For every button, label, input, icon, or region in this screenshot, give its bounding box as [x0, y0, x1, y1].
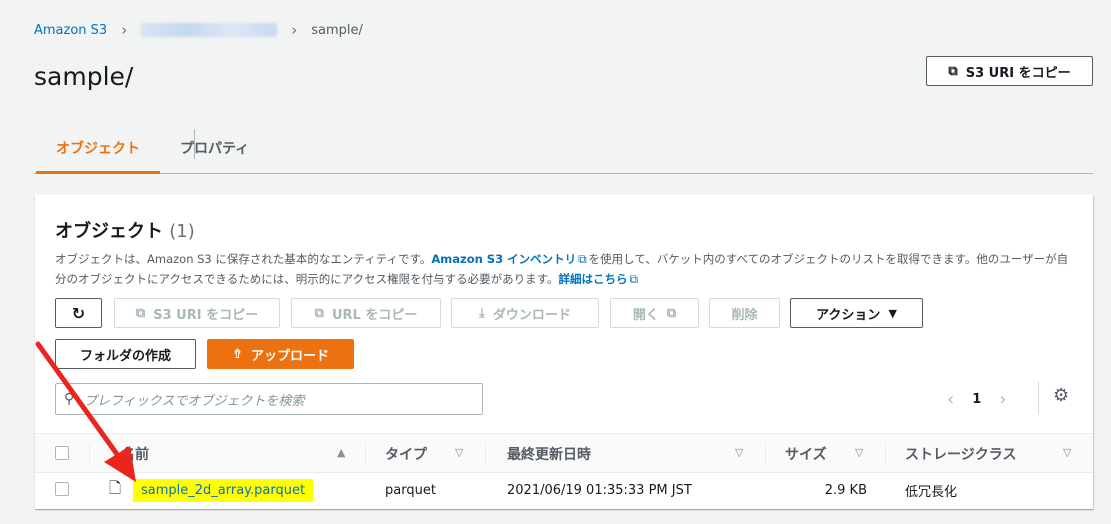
copy-s3-uri-button[interactable]: ⧉ S3 URI をコピー	[114, 298, 280, 328]
breadcrumb-current: sample/	[311, 22, 363, 38]
tab-objects[interactable]: オブジェクト	[36, 122, 160, 174]
column-name-label: 名前	[121, 447, 149, 463]
sort-ascending-icon[interactable]: ▲	[337, 446, 345, 459]
download-button[interactable]: ⤓ ダウンロード	[451, 298, 599, 328]
object-name-link[interactable]: sample_2d_array.parquet	[133, 478, 314, 502]
header-copy-s3-uri-label: S3 URI をコピー	[965, 65, 1071, 81]
copy-url-label: URL をコピー	[331, 307, 418, 323]
column-divider	[485, 444, 486, 464]
sort-icon[interactable]: ▽	[735, 446, 743, 459]
column-header-storage-class[interactable]: ストレージクラス	[905, 434, 1016, 474]
actions-label: アクション	[816, 307, 881, 323]
sort-icon[interactable]: ▽	[1063, 446, 1071, 459]
external-link-icon: ⧉	[578, 252, 587, 266]
column-divider	[89, 444, 90, 464]
column-header-last-modified[interactable]: 最終更新日時	[507, 434, 591, 474]
learn-more-link[interactable]: 詳細はこちら	[558, 272, 627, 286]
external-link-icon: ⧉	[666, 305, 677, 321]
chevron-right-icon[interactable]: ›	[999, 389, 1006, 410]
select-all-checkbox[interactable]	[55, 446, 69, 460]
breadcrumb-link-bucket-redacted[interactable]	[141, 23, 278, 37]
column-size-label: サイズ	[785, 447, 827, 463]
column-storage-class-label: ストレージクラス	[905, 447, 1017, 463]
copy-icon: ⧉	[314, 305, 324, 321]
upload-label: アップロード	[250, 348, 329, 364]
column-header-name[interactable]: 名前	[121, 434, 149, 474]
column-divider	[765, 444, 766, 464]
create-folder-label: フォルダの作成	[79, 348, 171, 364]
row-checkbox[interactable]	[55, 482, 69, 496]
column-last-modified-label: 最終更新日時	[507, 447, 591, 463]
panel-title-text: オブジェクト	[55, 221, 163, 242]
delete-button[interactable]: 削除	[709, 298, 780, 328]
desc-text-1: オブジェクトは、Amazon S3 に保存された基本的なエンティティです。	[55, 252, 432, 266]
gear-icon[interactable]: ⚙	[1053, 385, 1069, 406]
objects-table: 名前 ▲ タイプ ▽ 最終更新日時 ▽ サイズ ▽ ストレージクラス ▽ 🗋 s…	[35, 433, 1093, 507]
panel-description: オブジェクトは、Amazon S3 に保存された基本的なエンティティです。Ama…	[55, 249, 1075, 289]
inventory-link[interactable]: Amazon S3 インベントリ	[431, 252, 576, 266]
download-icon: ⤓	[479, 305, 485, 321]
column-type-label: タイプ	[385, 447, 427, 463]
refresh-button[interactable]: ↻	[55, 298, 102, 328]
search-input[interactable]: ⚲ プレフィックスでオブジェクトを検索	[55, 383, 483, 415]
table-header: 名前 ▲ タイプ ▽ 最終更新日時 ▽ サイズ ▽ ストレージクラス ▽	[35, 433, 1093, 473]
file-icon: 🗋	[109, 478, 122, 497]
open-button[interactable]: 開く ⧉	[610, 298, 699, 328]
column-header-type[interactable]: タイプ	[385, 434, 427, 474]
object-type-cell: parquet	[385, 482, 436, 498]
breadcrumb: Amazon S3 › › sample/	[34, 20, 363, 40]
tab-properties[interactable]: プロパティ	[180, 122, 249, 173]
tab-bar: オブジェクト プロパティ	[34, 122, 1093, 174]
chevron-left-icon[interactable]: ‹	[947, 389, 954, 410]
page-number[interactable]: 1	[972, 392, 981, 407]
external-link-icon: ⧉	[629, 272, 639, 286]
object-storage-class-cell: 低冗長化	[905, 484, 958, 500]
column-divider	[885, 444, 886, 464]
upload-button[interactable]: ⇮ アップロード	[207, 339, 354, 369]
download-label: ダウンロード	[492, 307, 571, 323]
page-title: sample/	[34, 62, 134, 91]
panel-title: オブジェクト (1)	[55, 217, 195, 243]
objects-panel: オブジェクト (1) オブジェクトは、Amazon S3 に保存された基本的なエ…	[35, 195, 1093, 509]
object-size-cell: 2.9 KB	[824, 482, 867, 498]
sort-icon[interactable]: ▽	[455, 446, 463, 459]
chevron-right-icon: ›	[121, 21, 128, 39]
object-last-modified-cell: 2021/06/19 01:35:33 PM JST	[507, 482, 692, 498]
tab-properties-label: プロパティ	[180, 140, 250, 157]
object-name-cell: sample_2d_array.parquet	[133, 473, 314, 507]
table-row: 🗋 sample_2d_array.parquet parquet 2021/0…	[35, 473, 1093, 507]
tab-objects-label: オブジェクト	[56, 140, 140, 157]
refresh-icon: ↻	[71, 303, 86, 323]
chevron-right-icon: ›	[291, 21, 298, 39]
search-icon: ⚲	[64, 391, 75, 407]
actions-dropdown-button[interactable]: アクション ▼	[790, 298, 923, 328]
copy-url-button[interactable]: ⧉ URL をコピー	[291, 298, 441, 328]
copy-s3-uri-label: S3 URI をコピー	[153, 307, 259, 323]
pagination: ‹ 1 ›	[947, 383, 1006, 415]
search-placeholder: プレフィックスでオブジェクトを検索	[84, 393, 305, 409]
sort-icon[interactable]: ▽	[855, 446, 863, 459]
column-header-size[interactable]: サイズ	[785, 434, 827, 474]
copy-icon: ⧉	[135, 305, 146, 321]
delete-label: 削除	[731, 307, 758, 323]
header-copy-s3-uri-button[interactable]: ⧉ S3 URI をコピー	[926, 56, 1093, 86]
copy-icon: ⧉	[948, 63, 958, 79]
open-label: 開く	[632, 307, 659, 323]
create-folder-button[interactable]: フォルダの作成	[55, 339, 196, 369]
object-count: (1)	[169, 221, 195, 242]
breadcrumb-link-s3[interactable]: Amazon S3	[34, 23, 107, 38]
pager-divider	[1038, 381, 1039, 415]
upload-icon: ⇮	[232, 346, 243, 362]
column-divider	[365, 444, 366, 464]
caret-down-icon: ▼	[888, 306, 897, 320]
